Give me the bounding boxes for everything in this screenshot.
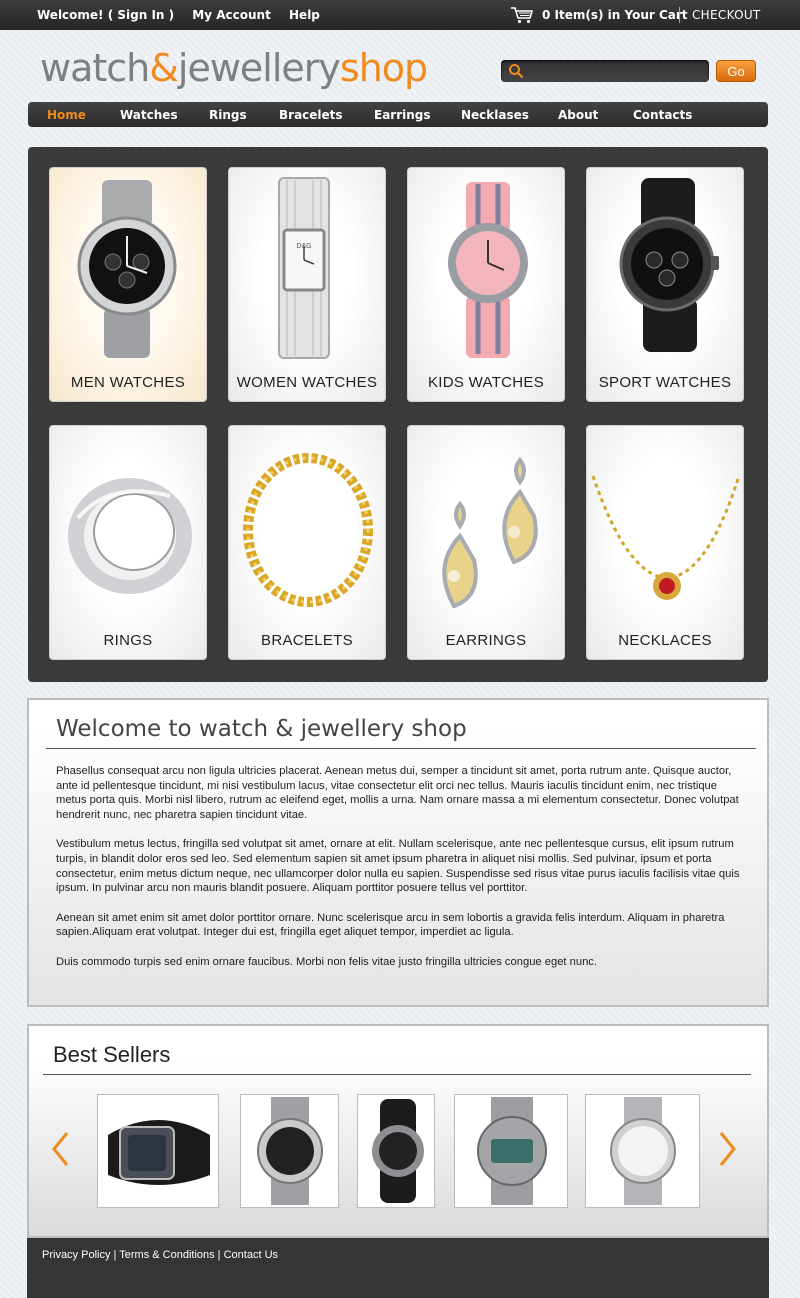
category-panel: MEN WATCHES D&G WOMEN WATCHES xyxy=(28,147,768,682)
cart-icon[interactable] xyxy=(510,6,534,24)
chevron-right-icon[interactable] xyxy=(717,1130,739,1168)
nav-item-about[interactable]: About xyxy=(558,108,598,122)
best-seller-item[interactable] xyxy=(357,1094,435,1208)
watch-thumbnail xyxy=(372,1099,424,1203)
category-label: BRACELETS xyxy=(261,632,353,649)
search-icon xyxy=(509,64,524,79)
nav-item-earrings[interactable]: Earrings xyxy=(374,108,431,122)
top-bar: Welcome! ( Sign In ) My Account Help 0 I… xyxy=(0,0,800,30)
nav-item-rings[interactable]: Rings xyxy=(209,108,247,122)
category-rings[interactable]: RINGS xyxy=(49,425,207,660)
earrings-image xyxy=(442,456,538,609)
category-earrings[interactable]: EARRINGS xyxy=(407,425,565,660)
logo-text-shop: shop xyxy=(339,46,428,90)
category-bracelets[interactable]: BRACELETS xyxy=(228,425,386,660)
top-links: Welcome! ( Sign In ) My Account Help xyxy=(37,8,334,22)
welcome-paragraph: Duis commodo turpis sed enim ornare fauc… xyxy=(56,955,597,968)
best-sellers-section: Best Sellers xyxy=(27,1024,769,1238)
best-seller-item[interactable] xyxy=(585,1094,700,1208)
nav-item-watches[interactable]: Watches xyxy=(120,108,178,122)
category-label: KIDS WATCHES xyxy=(427,374,545,391)
category-sport-watches[interactable]: SPORT WATCHES xyxy=(586,167,744,402)
divider xyxy=(43,1074,751,1075)
terms-link[interactable]: Terms & Conditions xyxy=(119,1249,214,1261)
watch-thumbnail xyxy=(257,1097,323,1205)
privacy-policy-link[interactable]: Privacy Policy xyxy=(42,1249,110,1261)
nav-item-home[interactable]: Home xyxy=(47,108,86,122)
cart-summary[interactable]: 0 Item(s) in Your Cart xyxy=(542,8,688,22)
ring-image xyxy=(68,478,192,594)
category-necklaces[interactable]: NECKLACES xyxy=(586,425,744,660)
best-sellers-title: Best Sellers xyxy=(53,1042,171,1067)
logo-text-watch: watch xyxy=(40,46,150,90)
help-link[interactable]: Help xyxy=(289,8,320,22)
welcome-title: Welcome to watch & jewellery shop xyxy=(56,716,467,742)
best-seller-item[interactable] xyxy=(97,1094,219,1208)
watch-thumbnail xyxy=(477,1097,547,1205)
best-seller-item[interactable] xyxy=(454,1094,568,1208)
men-watch-image xyxy=(77,180,177,358)
contact-us-link[interactable]: Contact Us xyxy=(224,1249,278,1261)
welcome-paragraph: Aenean sit amet enim sit amet dolor port… xyxy=(56,911,725,939)
main-nav: Home Watches Rings Bracelets Earrings Ne… xyxy=(28,102,768,127)
watch-thumbnail xyxy=(108,1120,210,1185)
kids-watch-image xyxy=(448,182,528,358)
nav-item-bracelets[interactable]: Bracelets xyxy=(279,108,343,122)
my-account-link[interactable]: My Account xyxy=(192,8,271,22)
checkout-link[interactable]: CHECKOUT xyxy=(692,8,761,22)
nav-item-contacts[interactable]: Contacts xyxy=(633,108,692,122)
category-label: RINGS xyxy=(103,632,153,649)
category-men-watches[interactable]: MEN WATCHES xyxy=(49,167,207,402)
chevron-left-icon[interactable] xyxy=(49,1130,71,1168)
watch-thumbnail xyxy=(610,1097,676,1205)
logo-text-amp: & xyxy=(149,46,179,90)
category-label: WOMEN WATCHES xyxy=(236,374,378,391)
category-label: MEN WATCHES xyxy=(70,374,186,391)
search-input[interactable] xyxy=(529,61,709,83)
category-label: SPORT WATCHES xyxy=(598,374,732,391)
footer: Privacy Policy | Terms & Conditions | Co… xyxy=(27,1238,769,1298)
welcome-body: Phasellus consequat arcu non ligula ultr… xyxy=(56,764,746,985)
category-label: EARRINGS xyxy=(445,632,527,649)
sign-in-link[interactable]: Welcome! ( Sign In ) xyxy=(37,8,174,22)
divider xyxy=(46,748,756,749)
sport-watch-image xyxy=(619,178,719,352)
category-women-watches[interactable]: D&G WOMEN WATCHES xyxy=(228,167,386,402)
search-box xyxy=(501,60,709,83)
welcome-paragraph: Phasellus consequat arcu non ligula ultr… xyxy=(56,765,739,821)
category-label: NECKLACES xyxy=(618,632,712,649)
category-kids-watches[interactable]: KIDS WATCHES xyxy=(407,167,565,402)
nav-item-necklases[interactable]: Necklases xyxy=(461,108,529,122)
welcome-section: Welcome to watch & jewellery shop Phasel… xyxy=(27,698,769,1007)
divider xyxy=(679,7,680,23)
welcome-paragraph: Vestibulum metus lectus, fringilla sed v… xyxy=(56,838,740,895)
logo-text-jewellery: jewellery xyxy=(177,46,341,90)
necklace-image xyxy=(591,475,741,600)
bracelet-image xyxy=(243,453,373,607)
women-watch-image: D&G xyxy=(278,177,330,359)
site-logo[interactable]: watch&jewelleryshop xyxy=(40,46,428,90)
footer-links: Privacy Policy | Terms & Conditions | Co… xyxy=(42,1249,279,1261)
search-go-button[interactable]: Go xyxy=(716,60,756,82)
best-seller-item[interactable] xyxy=(240,1094,339,1208)
